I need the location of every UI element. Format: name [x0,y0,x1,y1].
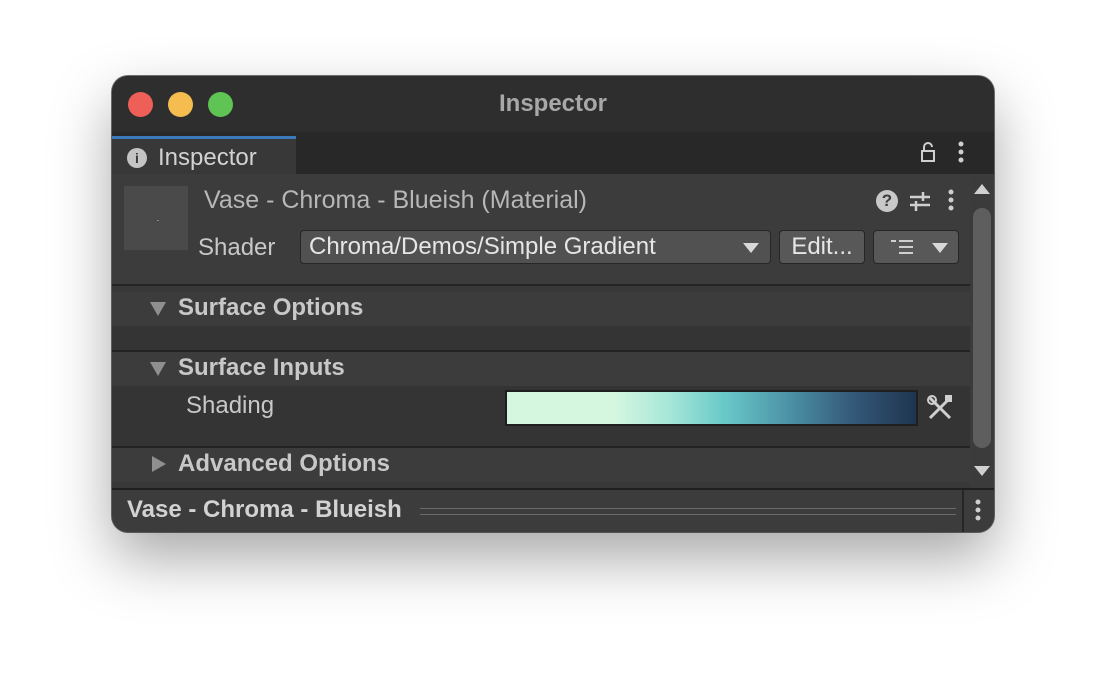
surface-options-body [112,326,970,350]
tools-icon[interactable] [926,394,954,422]
lock-icon[interactable] [920,142,936,162]
section-title: Surface Inputs [178,354,345,381]
info-icon: i [127,148,147,168]
help-icon[interactable]: ? [876,190,898,212]
preview-footer: Vase - Chroma - Blueish [112,488,994,532]
title-bar[interactable]: Inspector [112,76,994,132]
list-icon [891,240,913,254]
tab-bar: i Inspector [112,132,994,174]
shading-gradient-field[interactable] [505,390,918,426]
tab-inspector-label: Inspector [158,144,257,171]
section-title: Advanced Options [178,450,391,477]
shading-label: Shading [186,392,275,419]
material-header: Vase - Chroma - Blueish (Material) ? Sha… [112,174,970,286]
chevron-down-icon [743,243,759,253]
vertical-scrollbar[interactable] [970,174,994,488]
tab-inspector[interactable]: i Inspector [112,136,296,174]
window-title: Inspector [498,90,608,117]
material-preview [124,186,188,250]
footer-more-icon[interactable] [975,498,981,522]
scroll-up-icon[interactable] [974,184,990,194]
header-more-icon[interactable] [948,188,954,212]
scroll-down-icon[interactable] [974,466,990,476]
presets-icon[interactable] [908,189,932,213]
resize-handle[interactable] [420,508,956,515]
shader-label: Shader [198,234,276,261]
scrollbar-thumb[interactable] [973,208,991,448]
collapsed-arrow-icon [152,456,166,472]
tab-menu-icon[interactable] [958,140,964,164]
shader-value: Chroma/Demos/Simple Gradient [309,233,656,260]
chevron-down-icon [932,243,948,253]
section-surface-inputs[interactable]: Surface Inputs [112,352,970,386]
footer-title: Vase - Chroma - Blueish [127,496,402,523]
material-title: Vase - Chroma - Blueish (Material) [204,186,587,214]
section-title: Surface Options [178,294,364,321]
divider [962,490,964,532]
expanded-arrow-icon [150,302,166,316]
expanded-arrow-icon [150,362,166,376]
surface-inputs-body: Shading [112,386,970,446]
divider [112,284,970,286]
section-advanced-options[interactable]: Advanced Options [112,448,970,482]
section-surface-options[interactable]: Surface Options [112,292,970,326]
inspector-window: Inspector i Inspector Vase - Chroma - Bl… [112,76,994,532]
shader-options-button[interactable] [873,230,959,264]
shader-dropdown[interactable]: Chroma/Demos/Simple Gradient [300,230,771,264]
edit-shader-button[interactable]: Edit... [779,230,865,264]
